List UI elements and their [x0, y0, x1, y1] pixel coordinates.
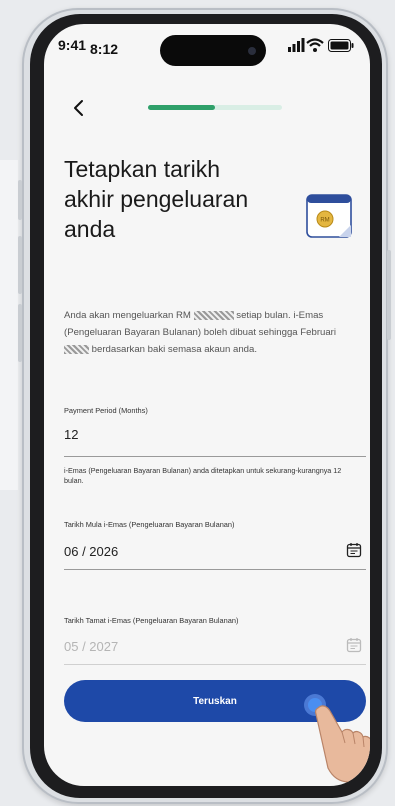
pointing-hand-icon	[315, 705, 370, 783]
page-title: Tetapkan tarikh akhir pengeluaran anda	[64, 156, 249, 242]
end-date-underline	[64, 664, 366, 665]
payment-period-label: Payment Period (Months)	[64, 406, 148, 415]
step-progress-bar	[148, 105, 282, 110]
end-date-label: Tarikh Tamat i-Emas (Pengeluaran Bayaran…	[64, 616, 239, 625]
payment-period-helper: i-Emas (Pengeluaran Bayaran Bulanan) and…	[64, 466, 342, 485]
description-text: Anda akan mengeluarkan RM setiap bulan. …	[64, 307, 350, 358]
app-screen: 9:41 8:12 Tetapkan tarikh akhir pengelua…	[44, 24, 370, 786]
phone-side-button	[18, 236, 22, 294]
description-part1: Anda akan mengeluarkan RM	[64, 310, 191, 321]
signal-icon	[288, 38, 305, 52]
status-time-overlay: 9:41	[58, 37, 87, 53]
start-date-underline	[64, 569, 366, 570]
payment-period-input[interactable]: 12	[64, 427, 78, 442]
camera-dot	[248, 47, 256, 55]
masked-year	[64, 344, 89, 354]
start-date-label: Tarikh Mula i-Emas (Pengeluaran Bayaran …	[64, 520, 235, 529]
wifi-icon	[306, 38, 324, 52]
svg-text:RM: RM	[320, 218, 329, 224]
status-time: 8:12	[90, 41, 119, 57]
end-date-input[interactable]: 05 / 2027	[64, 639, 118, 654]
calendar-icon[interactable]	[346, 542, 362, 558]
payment-period-underline	[64, 456, 366, 457]
phone-side-button	[18, 180, 22, 220]
background-panel	[0, 160, 18, 490]
start-date-input[interactable]: 06 / 2026	[64, 544, 118, 559]
calendar-coin-icon: RM	[306, 194, 352, 238]
battery-icon	[328, 39, 354, 52]
step-progress-fill	[148, 105, 215, 110]
calendar-icon[interactable]	[346, 637, 362, 653]
masked-amount	[193, 310, 234, 320]
phone-side-button	[18, 304, 22, 362]
phone-side-button	[387, 250, 391, 340]
description-part3: berdasarkan baki semasa akaun anda.	[91, 344, 258, 355]
back-button[interactable]	[68, 96, 92, 120]
